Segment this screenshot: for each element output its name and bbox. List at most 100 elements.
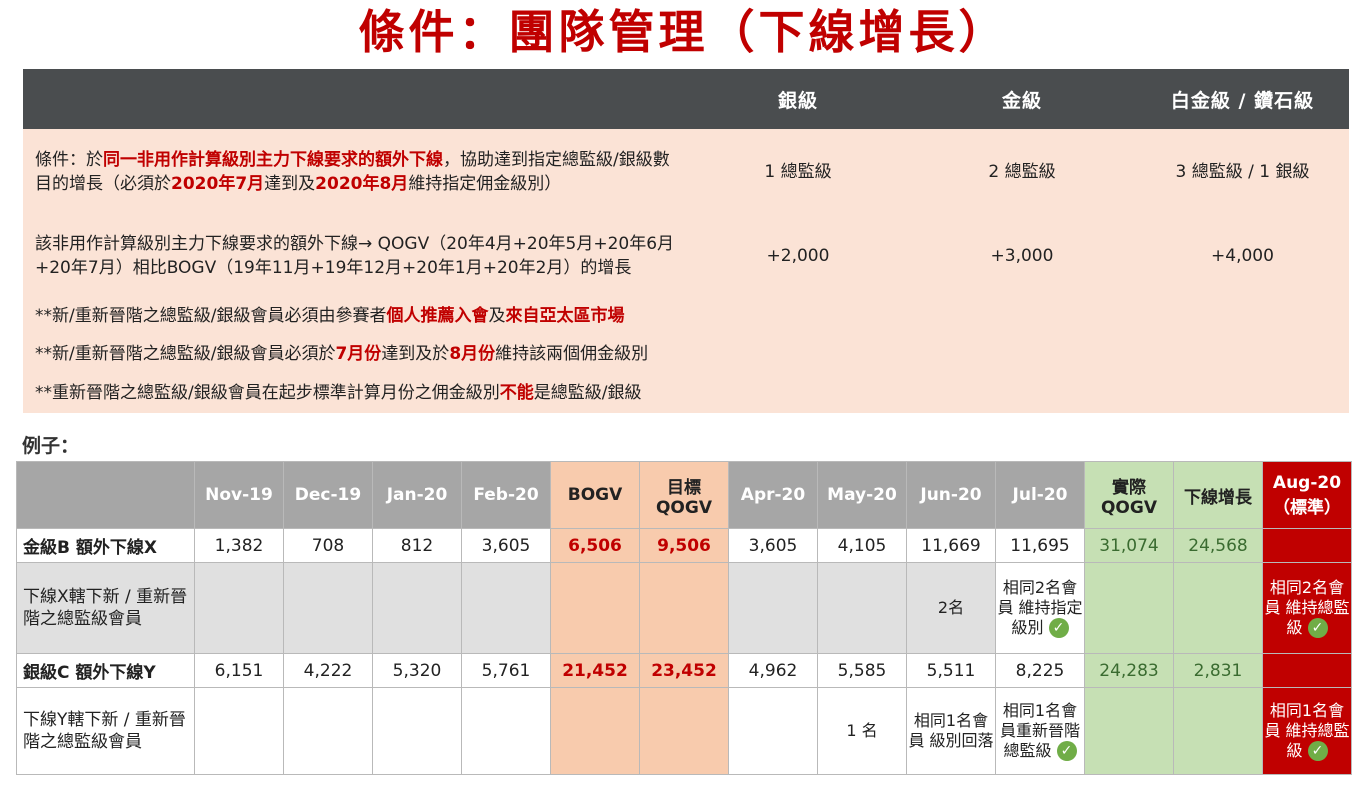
cell xyxy=(372,687,462,775)
cell xyxy=(461,562,551,654)
condition-row-1: 條件：於同一非用作計算級別主力下線要求的額外下線，協助達到指定總監級/銀級數目的… xyxy=(23,129,1349,215)
check-circle-icon: ✓ xyxy=(1307,741,1328,762)
cell: 812 xyxy=(372,528,462,563)
note-3: **重新晉階之總監級/銀級會員在起步標準計算月份之佣金級別不能是總監級/銀級 xyxy=(23,373,1349,413)
cell xyxy=(1173,687,1263,775)
example-table: Nov-19 Dec-19 Jan-20 Feb-20 BOGV 目標 QOGV… xyxy=(16,461,1352,775)
cell xyxy=(1084,562,1174,654)
cell-bogv: 6,506 xyxy=(550,528,640,563)
header-jul20: Jul-20 xyxy=(995,461,1085,529)
condition-2-gold: +3,000 xyxy=(908,215,1136,297)
conditions-table: 銀級 金級 白金級 / 鑽石級 條件：於同一非用作計算級別主力下線要求的額外下線… xyxy=(23,69,1349,413)
condition-1-gold: 2 總監級 xyxy=(908,129,1136,215)
row-silver-c: 銀級C 額外下線Y 6,151 4,222 5,320 5,761 21,452… xyxy=(16,653,1352,688)
cell-aug xyxy=(1262,528,1352,563)
conditions-header-row: 銀級 金級 白金級 / 鑽石級 xyxy=(23,69,1349,129)
header-apr20: Apr-20 xyxy=(728,461,818,529)
cell xyxy=(372,562,462,654)
header-bogv: BOGV xyxy=(550,461,640,529)
condition-2-platinum: +4,000 xyxy=(1136,215,1349,297)
example-header-blank xyxy=(16,461,195,529)
cell: 8,225 xyxy=(995,653,1085,688)
header-feb20: Feb-20 xyxy=(461,461,551,529)
condition-1-platinum: 3 總監級 / 1 銀級 xyxy=(1136,129,1349,215)
cell xyxy=(1173,562,1263,654)
check-circle-icon: ✓ xyxy=(1056,741,1077,762)
cell-target-qogv: 9,506 xyxy=(639,528,729,563)
header-nov19: Nov-19 xyxy=(194,461,284,529)
cell: 3,605 xyxy=(461,528,551,563)
cell-growth: 2,831 xyxy=(1173,653,1263,688)
cell: 708 xyxy=(283,528,373,563)
note-row-3: **重新晉階之總監級/銀級會員在起步標準計算月份之佣金級別不能是總監級/銀級 xyxy=(23,373,1349,413)
cell: 5,511 xyxy=(906,653,996,688)
cell: 4,105 xyxy=(817,528,907,563)
check-circle-icon: ✓ xyxy=(1307,618,1328,639)
header-gold: 金級 xyxy=(908,69,1136,129)
cell-actual-qogv: 24,283 xyxy=(1084,653,1174,688)
cell-jun: 2名 xyxy=(906,562,996,654)
cell xyxy=(283,562,373,654)
cell-jul: 相同1名會員重新晉階總監級 ✓ xyxy=(995,687,1085,775)
cell: 11,669 xyxy=(906,528,996,563)
check-circle-icon: ✓ xyxy=(1048,618,1069,639)
cell xyxy=(1084,687,1174,775)
example-header-row: Nov-19 Dec-19 Jan-20 Feb-20 BOGV 目標 QOGV… xyxy=(16,461,1352,529)
cell xyxy=(728,687,818,775)
row-label: 下線Y轄下新 / 重新晉階之總監級會員 xyxy=(16,687,195,775)
cell xyxy=(728,562,818,654)
cell-may: 1 名 xyxy=(817,687,907,775)
header-may20: May-20 xyxy=(817,461,907,529)
header-downline-growth: 下線增長 xyxy=(1173,461,1263,529)
note-row-1: **新/重新晉階之總監級/銀級會員必須由參賽者個人推薦入會及來自亞太區市場 xyxy=(23,297,1349,335)
cell-aug: 相同1名會員 維持總監級 ✓ xyxy=(1262,687,1352,775)
condition-row-2: 該非用作計算級別主力下線要求的額外下線→ QOGV（20年4月+20年5月+20… xyxy=(23,215,1349,297)
cell xyxy=(461,687,551,775)
condition-1-silver: 1 總監級 xyxy=(688,129,908,215)
header-platinum-diamond: 白金級 / 鑽石級 xyxy=(1136,69,1349,129)
note-row-2: **新/重新晉階之總監級/銀級會員必須於7月份達到及於8月份維持該兩個佣金級別 xyxy=(23,335,1349,373)
cell: 3,605 xyxy=(728,528,818,563)
conditions-header-blank xyxy=(23,69,688,129)
cell: 6,151 xyxy=(194,653,284,688)
page-title: 條件：團隊管理（下線增長） xyxy=(358,5,1009,59)
example-label: 例子： xyxy=(22,435,80,457)
condition-1-text: 條件：於同一非用作計算級別主力下線要求的額外下線，協助達到指定總監級/銀級數目的… xyxy=(23,129,688,215)
cell-bogv: 21,452 xyxy=(550,653,640,688)
cell-growth: 24,568 xyxy=(1173,528,1263,563)
cell: 4,962 xyxy=(728,653,818,688)
header-jan20: Jan-20 xyxy=(372,461,462,529)
header-silver: 銀級 xyxy=(688,69,908,129)
header-target-qogv: 目標 QOGV xyxy=(639,461,729,529)
header-jun20: Jun-20 xyxy=(906,461,996,529)
cell: 1,382 xyxy=(194,528,284,563)
cell-text: 相同2名會員 維持指定級別 xyxy=(997,577,1083,637)
note-1: **新/重新晉階之總監級/銀級會員必須由參賽者個人推薦入會及來自亞太區市場 xyxy=(23,297,1349,335)
condition-2-text: 該非用作計算級別主力下線要求的額外下線→ QOGV（20年4月+20年5月+20… xyxy=(23,215,688,297)
header-aug20: Aug-20 （標準） xyxy=(1262,461,1352,529)
cell-actual-qogv: 31,074 xyxy=(1084,528,1174,563)
cell: 4,222 xyxy=(283,653,373,688)
cell xyxy=(550,562,640,654)
row-silver-c-sub: 下線Y轄下新 / 重新晉階之總監級會員 1 名 相同1名會員 級別回落 相同1名… xyxy=(16,687,1352,775)
cell-aug xyxy=(1262,653,1352,688)
note-2: **新/重新晉階之總監級/銀級會員必須於7月份達到及於8月份維持該兩個佣金級別 xyxy=(23,335,1349,373)
row-label: 銀級C 額外下線Y xyxy=(16,653,195,688)
cell: 11,695 xyxy=(995,528,1085,563)
row-gold-b: 金級B 額外下線X 1,382 708 812 3,605 6,506 9,50… xyxy=(16,528,1352,563)
row-gold-b-sub: 下線X轄下新 / 重新晉階之總監級會員 2名 相同2名會員 維持指定級別 ✓ 相… xyxy=(16,562,1352,654)
cell xyxy=(639,687,729,775)
cell xyxy=(283,687,373,775)
cell xyxy=(550,687,640,775)
header-dec19: Dec-19 xyxy=(283,461,373,529)
cell-target-qogv: 23,452 xyxy=(639,653,729,688)
cell xyxy=(194,562,284,654)
cell xyxy=(817,562,907,654)
cell-jun: 相同1名會員 級別回落 xyxy=(906,687,996,775)
cell-jul: 相同2名會員 維持指定級別 ✓ xyxy=(995,562,1085,654)
cell: 5,320 xyxy=(372,653,462,688)
cell-aug: 相同2名會員 維持總監級 ✓ xyxy=(1262,562,1352,654)
row-label: 金級B 額外下線X xyxy=(16,528,195,563)
cell xyxy=(639,562,729,654)
condition-2-silver: +2,000 xyxy=(688,215,908,297)
